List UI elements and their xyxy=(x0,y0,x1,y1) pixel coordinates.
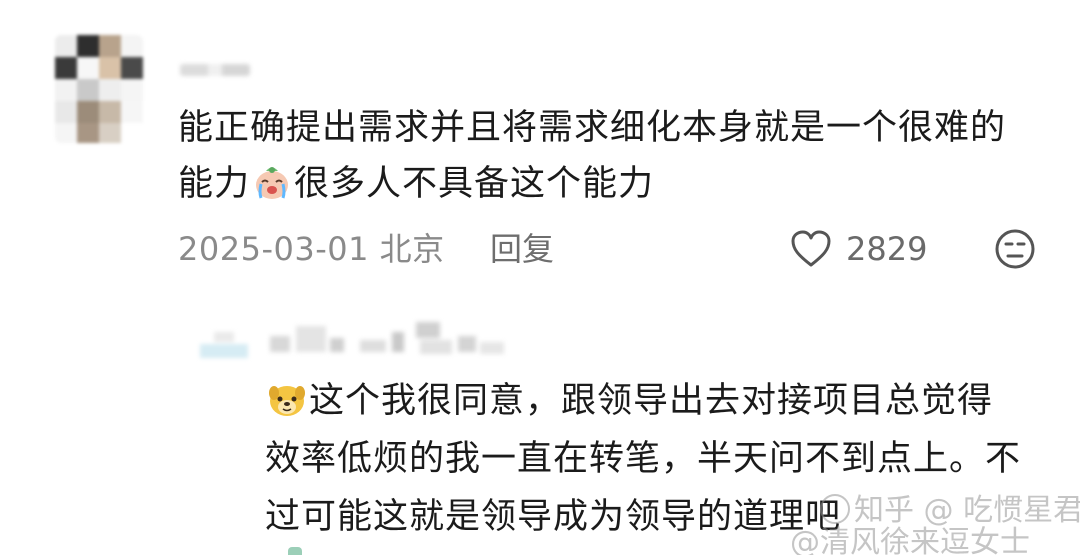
reply-button[interactable]: 回复 xyxy=(490,224,554,274)
partial-reply-icon xyxy=(288,547,302,555)
like-count: 2829 xyxy=(846,230,928,268)
crying-face-emoji-icon xyxy=(256,167,289,199)
comment-location: 北京 xyxy=(379,230,445,268)
comment-thread: 能正确提出需求并且将需求细化本身就是一个很难的能力 很多人不具备这个能力 202… xyxy=(0,0,1080,555)
meh-face-icon[interactable] xyxy=(994,228,1036,270)
reply-avatar[interactable] xyxy=(200,330,248,360)
watermark-line2: @清风徐来逗女士 xyxy=(790,525,1030,555)
comment-meta: 2025-03-01 北京 回复 2829 xyxy=(178,224,1038,274)
comment-text: 能正确提出需求并且将需求细化本身就是一个很难的能力 很多人不具备这个能力 xyxy=(178,100,1038,212)
comment-date-location: 2025-03-01 北京 xyxy=(178,224,445,274)
avatar[interactable] xyxy=(55,35,143,143)
username-blurred[interactable] xyxy=(180,64,250,76)
smiling-dog-emoji-icon xyxy=(269,386,305,416)
reply-username-blurred[interactable] xyxy=(270,322,510,360)
comment-date: 2025-03-01 xyxy=(178,230,369,268)
heart-icon[interactable] xyxy=(790,229,832,269)
comment-text-part2: 很多人不具备这个能力 xyxy=(294,164,655,204)
